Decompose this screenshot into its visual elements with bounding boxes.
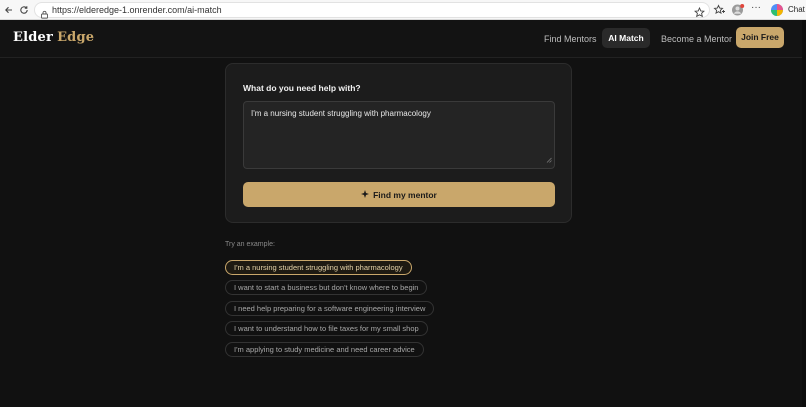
join-free-button[interactable]: Join Free	[736, 27, 784, 48]
example-chip[interactable]: I'm applying to study medicine and need …	[225, 342, 424, 357]
nav-find-mentors[interactable]: Find Mentors	[544, 29, 597, 49]
match-card: What do you need help with? I'm a nursin…	[225, 63, 572, 223]
favorites-icon[interactable]	[713, 3, 725, 21]
chat-label[interactable]: Chat	[788, 5, 805, 15]
browser-toolbar: https://elderedge-1.onrender.com/ai-matc…	[0, 0, 806, 20]
brand-primary: Elder	[13, 30, 54, 45]
page-scrollbar[interactable]	[802, 20, 806, 407]
brand-accent: Edge	[57, 30, 95, 45]
nav-ai-match[interactable]: AI Match	[602, 28, 650, 48]
nav-become-mentor[interactable]: Become a Mentor	[661, 29, 732, 49]
example-chip[interactable]: I want to start a business but don't kno…	[225, 280, 428, 295]
example-chip[interactable]: I want to understand how to file taxes f…	[225, 321, 428, 336]
example-chip[interactable]: I'm a nursing student struggling with ph…	[225, 260, 412, 275]
textarea-value: I'm a nursing student struggling with ph…	[251, 109, 431, 118]
help-textarea[interactable]: I'm a nursing student struggling with ph…	[243, 101, 555, 169]
find-mentor-label: Find my mentor	[373, 189, 437, 200]
back-icon[interactable]	[2, 3, 16, 17]
site-header: Elder Edge Find Mentors AI Match Become a…	[0, 20, 806, 58]
question-label: What do you need help with?	[243, 83, 361, 93]
find-mentor-button[interactable]: Find my mentor	[243, 182, 555, 207]
sparkle-icon	[361, 189, 370, 200]
more-options-icon[interactable]: ···	[751, 2, 761, 13]
url-text: https://elderedge-1.onrender.com/ai-matc…	[52, 5, 222, 15]
reload-icon[interactable]	[17, 3, 31, 17]
examples-label: Try an example:	[225, 241, 275, 248]
brand-logo[interactable]: Elder Edge	[13, 30, 94, 45]
address-bar[interactable]: https://elderedge-1.onrender.com/ai-matc…	[34, 2, 710, 19]
resize-handle-icon[interactable]	[546, 156, 552, 166]
example-chip[interactable]: I need help preparing for a software eng…	[225, 301, 435, 316]
